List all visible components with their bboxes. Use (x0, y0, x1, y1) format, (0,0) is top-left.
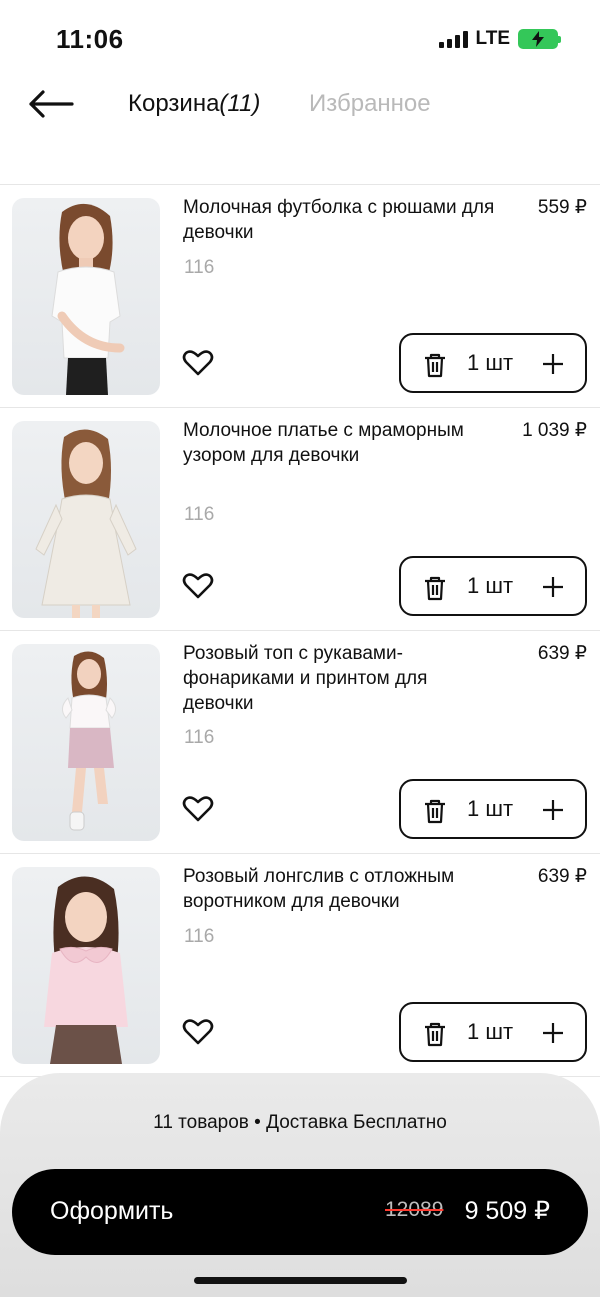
product-price: 639 ₽ (537, 866, 587, 887)
tab-favorites[interactable]: Избранное (309, 90, 431, 118)
cart-list: Молочная футболка с рюшами для девочки 5… (0, 184, 600, 1077)
product-size: 116 (184, 504, 215, 525)
girl-cream-dress-illustration (35, 429, 137, 618)
quantity-stepper: 1 шт (399, 556, 587, 616)
total-price: 9 509 ₽ (464, 1197, 550, 1225)
quantity-value: 1 шт (467, 796, 514, 821)
increase-button[interactable] (541, 798, 565, 822)
plus-icon (543, 800, 563, 820)
cart-item: Розовый лонгслив с отложным воротником д… (0, 854, 600, 1077)
product-photo[interactable] (12, 198, 160, 395)
plus-icon (543, 354, 563, 374)
product-size: 116 (184, 257, 215, 278)
favorite-button[interactable] (182, 348, 214, 378)
product-photo[interactable] (12, 421, 160, 618)
trash-icon (425, 576, 445, 601)
favorite-button[interactable] (182, 571, 214, 601)
product-photo[interactable] (12, 644, 160, 841)
remove-button[interactable] (423, 352, 447, 378)
heart-icon (182, 796, 214, 822)
favorite-button[interactable] (182, 1017, 214, 1047)
cart-item: Розовый топ с рукавами-фонариками и прин… (0, 631, 600, 854)
product-price: 559 ₽ (537, 197, 587, 218)
signal-icon (438, 30, 468, 48)
header: Корзина(11) Избранное (0, 80, 600, 130)
quantity-stepper: 1 шт (399, 779, 587, 839)
increase-button[interactable] (541, 575, 565, 599)
status-bar: 11:06 LTE (0, 0, 600, 80)
quantity-stepper: 1 шт (399, 333, 587, 393)
increase-button[interactable] (541, 352, 565, 376)
cart-item: Молочная футболка с рюшами для девочки 5… (0, 185, 600, 408)
tab-cart-count: (11) (219, 90, 261, 117)
plus-icon (543, 1023, 563, 1043)
cart-item: Молочное платье с мраморным узором для д… (0, 408, 600, 631)
back-arrow-icon (29, 90, 74, 118)
back-button[interactable] (26, 86, 76, 122)
home-indicator[interactable] (194, 1277, 407, 1284)
order-summary: 11 товаров • Доставка Бесплатно (153, 1112, 447, 1133)
product-price: 639 ₽ (537, 643, 587, 664)
product-title[interactable]: Розовый лонгслив с отложным воротником д… (183, 864, 503, 914)
tab-cart[interactable]: Корзина(11) (128, 90, 260, 118)
tab-cart-label: Корзина (128, 90, 220, 117)
battery-icon (518, 29, 561, 49)
status-indicators: LTE (438, 28, 561, 50)
heart-icon (182, 573, 214, 599)
product-price: 1 039 ₽ (522, 420, 587, 441)
remove-button[interactable] (423, 575, 447, 601)
trash-icon (425, 1022, 445, 1047)
heart-icon (182, 350, 214, 376)
product-title[interactable]: Розовый топ с рукавами-фонариками и прин… (183, 641, 503, 716)
increase-button[interactable] (541, 1021, 565, 1045)
quantity-value: 1 шт (467, 573, 514, 598)
product-photo[interactable] (12, 867, 160, 1064)
checkout-button[interactable]: Оформить 12089 9 509 ₽ (12, 1169, 588, 1255)
quantity-stepper: 1 шт (399, 1002, 587, 1062)
checkout-sheet: 11 товаров • Доставка Бесплатно Оформить… (0, 1073, 600, 1297)
plus-icon (543, 577, 563, 597)
remove-button[interactable] (423, 1021, 447, 1047)
girl-pink-top-illustration (62, 651, 116, 831)
product-title[interactable]: Молочное платье с мраморным узором для д… (183, 418, 503, 468)
product-size: 116 (184, 727, 215, 748)
remove-button[interactable] (423, 798, 447, 824)
status-time: 11:06 (56, 24, 124, 54)
quantity-value: 1 шт (467, 350, 514, 375)
girl-white-tee-illustration (51, 203, 125, 395)
product-title[interactable]: Молочная футболка с рюшами для девочки (183, 195, 503, 245)
favorite-button[interactable] (182, 794, 214, 824)
heart-icon (182, 1019, 214, 1045)
trash-icon (425, 353, 445, 378)
trash-icon (425, 799, 445, 824)
network-label: LTE (475, 28, 510, 49)
quantity-value: 1 шт (467, 1019, 514, 1044)
checkout-label: Оформить (50, 1197, 174, 1225)
old-price: 12089 (385, 1198, 444, 1221)
product-size: 116 (184, 926, 215, 947)
girl-pink-longsleeve-illustration (44, 876, 128, 1064)
